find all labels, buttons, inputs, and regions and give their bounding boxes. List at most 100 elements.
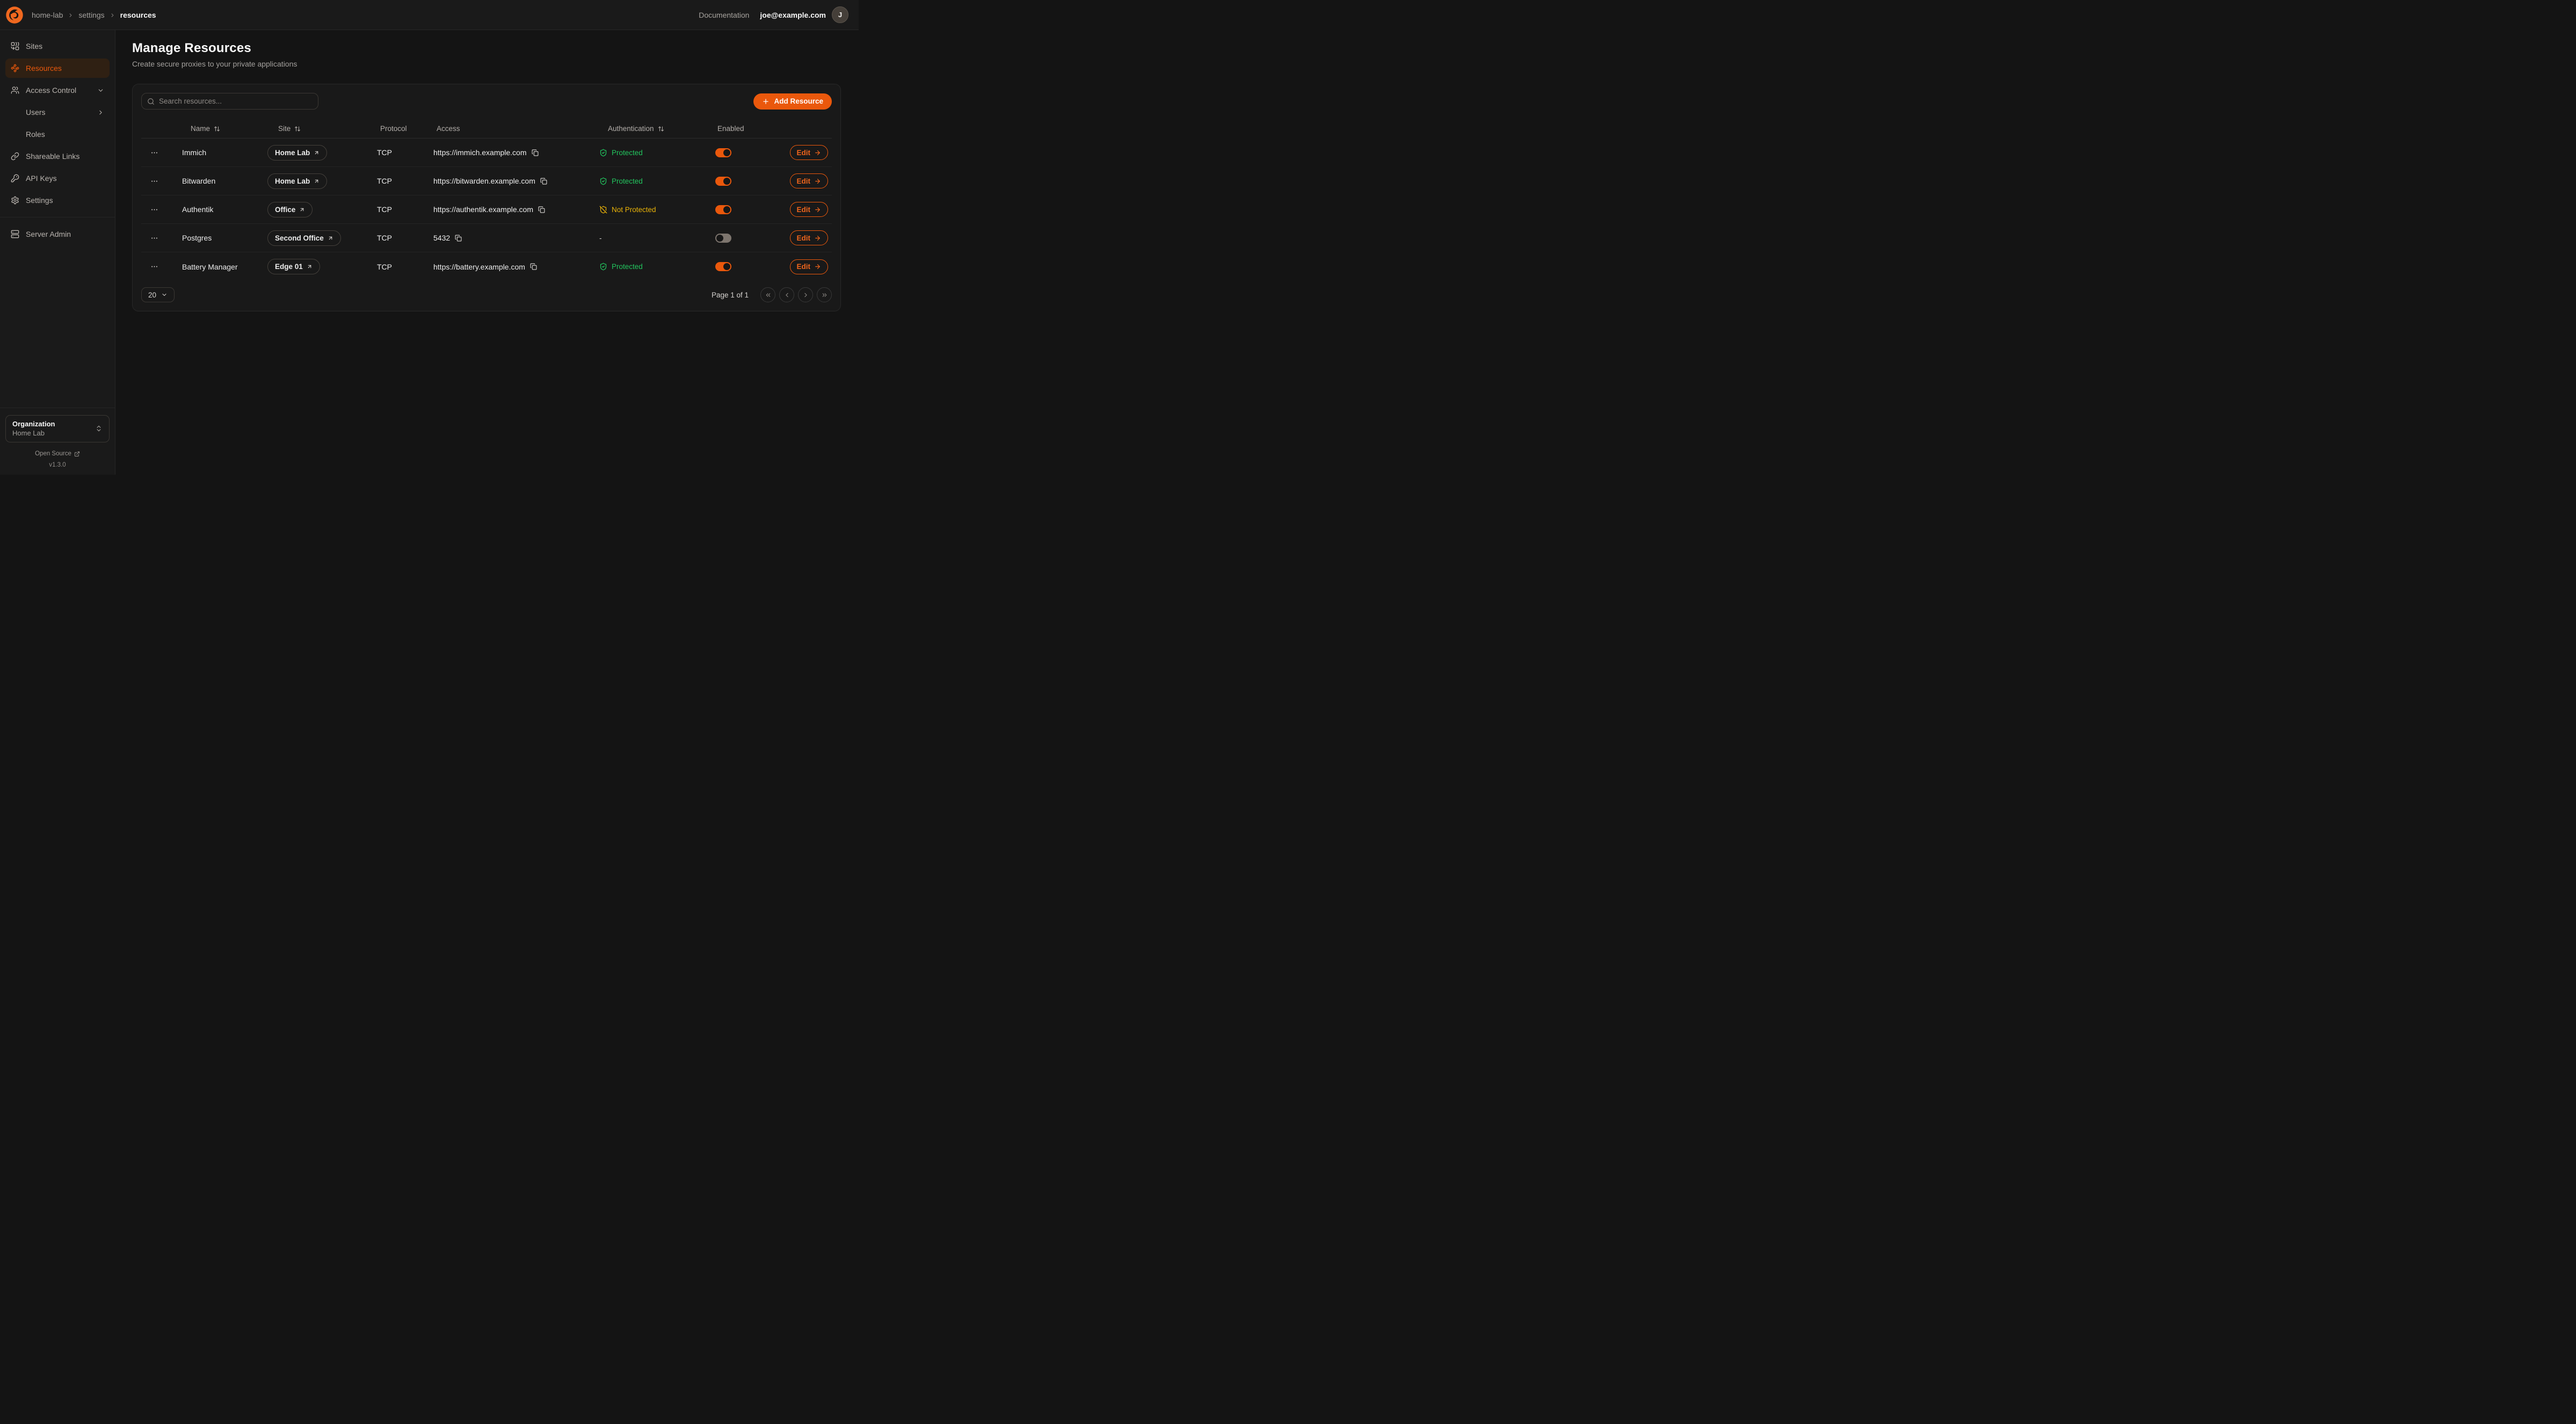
sidebar-item-label: Roles [26, 130, 45, 139]
open-source-label: Open Source [35, 451, 71, 457]
sidebar-item-label: Access Control [26, 86, 76, 95]
sidebar-item-sites[interactable]: Sites [5, 37, 110, 56]
sidebar-item-resources[interactable]: Resources [5, 59, 110, 78]
sidebar-item-label: Server Admin [26, 230, 71, 238]
row-menu-button[interactable] [150, 234, 158, 242]
sort-icon[interactable] [294, 126, 301, 132]
copy-button[interactable] [540, 178, 547, 185]
access-value: https://battery.example.com [433, 263, 525, 271]
breadcrumb-item-resources[interactable]: resources [120, 11, 156, 19]
auth-status: Protected [599, 177, 643, 185]
arrow-right-icon [814, 206, 821, 213]
page-size-select[interactable]: 20 [141, 287, 175, 302]
copy-button[interactable] [455, 235, 462, 242]
sidebar-item-roles[interactable]: Roles [5, 125, 110, 144]
enabled-toggle[interactable] [715, 148, 731, 157]
next-page-button[interactable] [798, 287, 813, 302]
sidebar-item-label: Sites [26, 42, 42, 50]
avatar[interactable]: J [832, 6, 848, 23]
chevrons-left-icon [765, 292, 772, 299]
access-value: https://authentik.example.com [433, 205, 533, 214]
site-badge[interactable]: Home Lab [267, 145, 327, 161]
enabled-toggle[interactable] [715, 234, 731, 243]
column-header-access: Access [433, 125, 599, 133]
org-selector[interactable]: Organization Home Lab [5, 415, 110, 442]
sidebar-item-users[interactable]: Users [5, 103, 110, 122]
row-menu-button[interactable] [150, 206, 158, 214]
sidebar-item-shareable-links[interactable]: Shareable Links [5, 147, 110, 166]
table-row: Immich Home Lab TCP https://immich.examp… [141, 139, 832, 167]
copy-icon [532, 149, 539, 156]
chevron-right-icon [68, 12, 74, 18]
sidebar-item-label: Shareable Links [26, 152, 79, 161]
page-title: Manage Resources [132, 41, 841, 56]
sidebar-item-access-control[interactable]: Access Control [5, 81, 110, 100]
sidebar-item-settings[interactable]: Settings [5, 191, 110, 210]
copy-button[interactable] [530, 263, 537, 270]
search-box [141, 93, 318, 110]
edit-button[interactable]: Edit [790, 145, 829, 160]
edit-button[interactable]: Edit [790, 230, 829, 245]
ellipsis-icon [150, 263, 158, 271]
enabled-toggle[interactable] [715, 262, 731, 271]
enabled-toggle[interactable] [715, 205, 731, 214]
chevrons-right-icon [821, 292, 828, 299]
protocol-value: TCP [377, 263, 433, 271]
version-label: v1.3.0 [0, 462, 115, 468]
row-menu-button[interactable] [150, 177, 158, 185]
user-email[interactable]: joe@example.com [760, 11, 826, 19]
sidebar: Sites Resources Access Control Users [0, 30, 115, 475]
chevrons-up-down-icon [95, 425, 103, 432]
arrow-up-right-icon [328, 235, 333, 241]
sidebar-item-api-keys[interactable]: API Keys [5, 169, 110, 188]
arrow-up-right-icon [314, 150, 320, 156]
copy-button[interactable] [538, 206, 545, 213]
site-badge[interactable]: Edge 01 [267, 259, 320, 274]
edit-button[interactable]: Edit [790, 259, 829, 274]
sort-icon[interactable] [214, 126, 220, 132]
auth-status: Protected [599, 263, 643, 271]
table-row: Postgres Second Office TCP 5432 - Edit [141, 224, 832, 252]
page-info: Page 1 of 1 [712, 291, 749, 299]
breadcrumb-item-settings[interactable]: settings [78, 11, 104, 19]
prev-page-button[interactable] [779, 287, 794, 302]
first-page-button[interactable] [760, 287, 775, 302]
copy-icon [538, 206, 545, 213]
site-badge[interactable]: Home Lab [267, 173, 327, 189]
shield-check-icon [599, 149, 607, 157]
link-icon [11, 152, 19, 161]
site-badge[interactable]: Office [267, 202, 313, 217]
shield-off-icon [599, 206, 607, 214]
copy-button[interactable] [532, 149, 539, 156]
sidebar-item-server-admin[interactable]: Server Admin [5, 224, 110, 244]
table-row: Battery Manager Edge 01 TCP https://batt… [141, 252, 832, 281]
site-badge[interactable]: Second Office [267, 230, 341, 246]
row-menu-button[interactable] [150, 149, 158, 157]
resource-name: Battery Manager [182, 263, 267, 271]
chevron-down-icon [97, 87, 104, 94]
add-resource-button[interactable]: Add Resource [753, 93, 832, 110]
edit-button[interactable]: Edit [790, 173, 829, 188]
last-page-button[interactable] [817, 287, 832, 302]
search-input[interactable] [159, 97, 313, 105]
breadcrumb-item-org[interactable]: home-lab [32, 11, 63, 19]
column-header-site[interactable]: Site [267, 125, 377, 133]
enabled-toggle[interactable] [715, 177, 731, 186]
edit-button[interactable]: Edit [790, 202, 829, 217]
column-header-authentication[interactable]: Authentication [599, 125, 715, 133]
documentation-link[interactable]: Documentation [699, 11, 749, 19]
table-row: Authentik Office TCP https://authentik.e… [141, 195, 832, 224]
row-menu-button[interactable] [150, 263, 158, 271]
chevron-left-icon [783, 292, 790, 299]
ellipsis-icon [150, 177, 158, 185]
open-source-link[interactable]: Open Source [0, 451, 115, 457]
protocol-value: TCP [377, 205, 433, 214]
access-value: https://immich.example.com [433, 148, 527, 157]
table-row: Bitwarden Home Lab TCP https://bitwarden… [141, 167, 832, 195]
auth-status: Protected [599, 149, 643, 157]
column-header-name[interactable]: Name [182, 125, 267, 133]
sort-icon[interactable] [658, 126, 664, 132]
org-label: Organization [12, 419, 55, 428]
chevron-down-icon [161, 292, 168, 298]
resources-table: Name Site Protocol [141, 119, 832, 281]
